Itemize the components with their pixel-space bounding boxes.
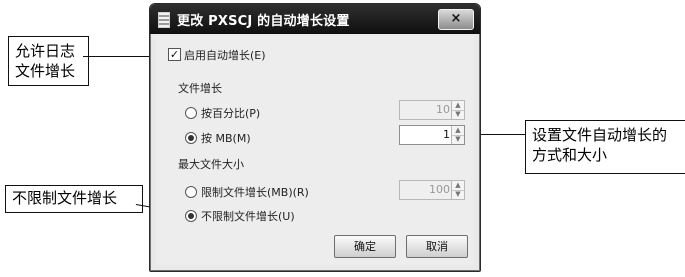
- close-icon: ×: [450, 11, 462, 26]
- unlimited-radio[interactable]: [185, 210, 197, 222]
- by-percent-label: 按百分比(P): [201, 107, 261, 120]
- spinner-arrows-icon[interactable]: ▲ ▼: [451, 181, 464, 199]
- dialog-body: ✓ 启用自动增长(E) 文件增长 按百分比(P) 10 ▲ ▼ 按 MB(M) …: [156, 36, 474, 265]
- enable-autogrow-label: 启用自动增长(E): [184, 49, 266, 62]
- spinner-down-icon[interactable]: ▼: [452, 190, 464, 199]
- limit-growth-radio[interactable]: [185, 186, 197, 198]
- callout-allow-log-growth: 允许日志 文件增长: [8, 36, 89, 86]
- file-growth-group-label: 文件增长: [178, 82, 222, 95]
- ok-button[interactable]: 确定: [334, 235, 396, 258]
- autogrow-settings-dialog: 更改 PXSCJ 的自动增长设置 × ✓ 启用自动增长(E) 文件增长 按百分比…: [149, 3, 481, 272]
- percent-value: 10: [436, 103, 450, 116]
- title-bar[interactable]: 更改 PXSCJ 的自动增长设置 ×: [150, 4, 480, 34]
- mb-value: 1: [443, 128, 450, 141]
- limit-value: 100: [429, 183, 450, 196]
- spinner-down-icon[interactable]: ▼: [452, 110, 464, 119]
- percent-spinner[interactable]: 10 ▲ ▼: [399, 100, 465, 120]
- callout-unlimited-text: 不限制文件增长: [12, 189, 118, 207]
- callout-allow-log-growth-line: [83, 56, 159, 57]
- cancel-button[interactable]: 取消: [406, 235, 468, 258]
- enable-autogrow-checkbox[interactable]: ✓: [168, 48, 181, 61]
- window-document-icon: [158, 12, 170, 28]
- limit-spinner[interactable]: 100 ▲ ▼: [399, 180, 465, 200]
- callout-unlimited: 不限制文件增长: [5, 185, 143, 213]
- by-mb-label: 按 MB(M): [201, 132, 251, 145]
- limit-growth-label: 限制文件增长(MB)(R): [201, 186, 309, 199]
- spinner-down-icon[interactable]: ▼: [452, 135, 464, 144]
- by-mb-radio[interactable]: [185, 132, 197, 144]
- spinner-arrows-icon[interactable]: ▲ ▼: [451, 126, 464, 144]
- max-size-group-label: 最大文件大小: [178, 158, 244, 171]
- spinner-arrows-icon[interactable]: ▲ ▼: [451, 101, 464, 119]
- mb-spinner[interactable]: 1 ▲ ▼: [399, 125, 465, 145]
- close-button[interactable]: ×: [438, 9, 474, 30]
- callout-allow-log-growth-text: 允许日志 文件增长: [15, 42, 76, 80]
- callout-growth-mode: 设置文件自动增长的 方式和大小: [525, 120, 685, 174]
- callout-growth-mode-text: 设置文件自动增长的 方式和大小: [532, 126, 668, 164]
- unlimited-label: 不限制文件增长(U): [201, 210, 295, 223]
- by-percent-radio[interactable]: [185, 107, 197, 119]
- dialog-title: 更改 PXSCJ 的自动增长设置: [177, 14, 350, 29]
